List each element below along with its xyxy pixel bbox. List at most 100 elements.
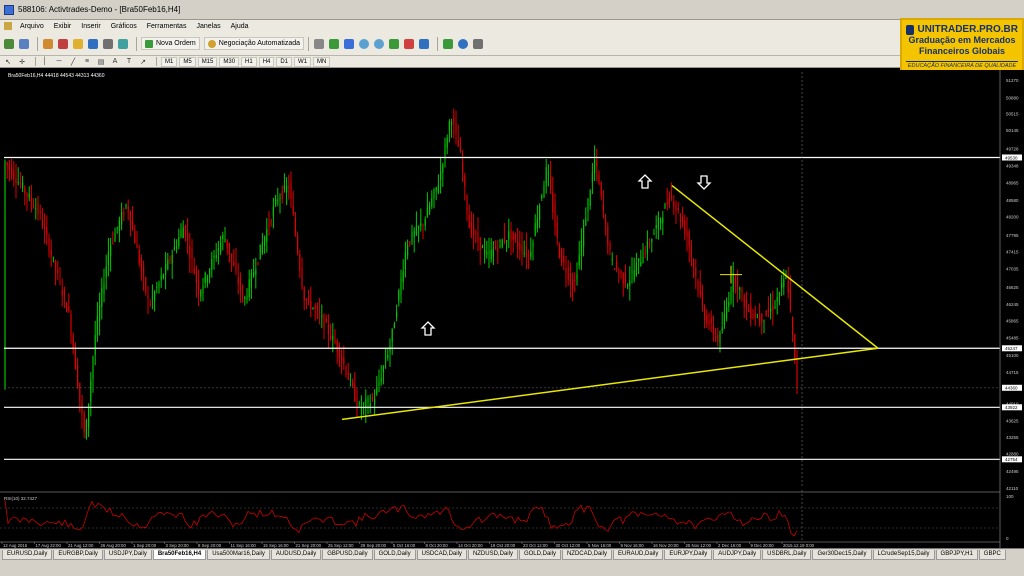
candle-body [363,403,365,405]
bar-chart-button[interactable] [313,38,325,50]
new-chart-button[interactable] [3,38,15,50]
candle-body [90,380,92,403]
chart-tab[interactable]: Bra50Feb16,H4 [152,550,207,560]
fibonacci-tool[interactable]: ▤ [96,57,106,66]
timeframe-m30[interactable]: M30 [219,56,240,67]
candle-body [745,299,747,308]
chart-tab[interactable]: EURJPY,Daily [664,550,713,560]
candle-body [13,169,15,179]
candle-body [147,295,149,300]
chart-tab[interactable]: GBPC [978,550,1006,560]
chart-tab[interactable]: AUDUSD,Daily [270,550,322,560]
chart-tab[interactable]: LCrudeSep15,Daily [872,550,935,560]
trendline-tool[interactable]: ╱ [68,57,78,66]
vertical-line-tool[interactable]: │ [40,57,50,66]
chart-tab[interactable]: EURAUD,Daily [612,550,664,560]
candle-body [587,198,589,212]
chart-tab[interactable]: GOLD,Daily [518,550,561,560]
timeframe-m1[interactable]: M1 [161,56,178,67]
candle-body [510,229,512,242]
menu-graficos[interactable]: Gráficos [106,23,142,30]
timeframe-mn[interactable]: MN [313,56,331,67]
chart-header-label: Bra50Feb16,H4 44418 44543 44313 44360 [8,73,105,79]
candle-body [288,187,290,189]
chart-tab[interactable]: NZDCAD,Daily [561,550,612,560]
chart-tab[interactable]: Usa500Mar16,Daily [207,550,270,560]
price-level-label: 44360 [1005,386,1018,391]
chart-tab[interactable]: NZDUSD,Daily [467,550,518,560]
timeframe-h4[interactable]: H4 [258,56,275,67]
auto-trading-label: Negociação Automatizada [218,40,301,47]
price-chart[interactable]: Bra50Feb16,H4 44418 44543 44313 44360 51… [0,70,1024,548]
auto-trading-icon [207,39,216,48]
timeframe-d1[interactable]: D1 [276,56,293,67]
candle-body [404,252,406,270]
main-toolbar: Nova Ordem Negociação Automatizada [0,32,900,56]
templates-button[interactable] [472,38,484,50]
channel-tool[interactable]: ≡ [82,57,92,66]
chart-tab[interactable]: GOLD,Daily [373,550,416,560]
horizontal-line-tool[interactable]: ─ [54,57,64,66]
menu-inserir[interactable]: Inserir [76,23,105,30]
candle-body [96,315,98,336]
candle-body [508,231,510,240]
timeframe-h1[interactable]: H1 [241,56,257,67]
candle-body [94,335,96,355]
chart-tab[interactable]: USDBRL,Daily [762,550,812,560]
market-watch-button[interactable] [42,38,54,50]
arrows-tool[interactable]: ↗ [138,57,148,66]
candlestick-button[interactable] [328,38,340,50]
autoscroll-button[interactable] [418,38,430,50]
candle-body [303,287,305,302]
chart-tab[interactable]: EURUSD,Daily [2,550,53,560]
tile-windows-button[interactable] [388,38,400,50]
candle-body [431,198,433,207]
zoom-in-button[interactable] [358,38,370,50]
candle-body [347,372,349,380]
meta-editor-button[interactable] [117,38,129,50]
navigator-icon [73,38,83,49]
rsi-scale-label: 100 [1006,494,1014,499]
chart-tab[interactable]: GBPUSD,Daily [322,550,373,560]
candle-body [63,290,65,296]
menu-janelas[interactable]: Janelas [191,23,225,30]
timeframe-w1[interactable]: W1 [294,56,312,67]
timeframe-m5[interactable]: M5 [179,56,196,67]
candle-body [211,259,213,270]
zoom-out-button[interactable] [373,38,385,50]
crosshair-tool[interactable]: ✛ [17,57,27,66]
chart-tab[interactable]: USDJPY,Daily [103,550,152,560]
candle-body [613,268,615,270]
candle-body [44,226,46,229]
chart-tab[interactable]: EURGBP,Daily [53,550,103,560]
menu-arquivo[interactable]: Arquivo [15,23,49,30]
chart-tab[interactable]: GBPJPY,H1 [935,550,978,560]
candle-body [50,249,52,256]
chart-tab[interactable]: Ger30Dec15,Daily [812,550,872,560]
cursor-tool[interactable]: ↖ [3,57,13,66]
timeframe-m15[interactable]: M15 [197,56,218,67]
chart-window[interactable]: Bra50Feb16,H4 44418 44543 44313 44360 51… [0,70,1024,548]
auto-trading-button[interactable]: Negociação Automatizada [203,37,305,50]
candle-body [48,238,50,253]
candle-body [312,307,314,309]
navigator-button[interactable] [72,38,84,50]
candle-body [470,221,472,236]
data-window-button[interactable] [57,38,69,50]
chart-tab[interactable]: AUDJPY,Daily [713,550,762,560]
candle-body [107,251,109,266]
periods-button[interactable] [457,38,469,50]
new-order-button[interactable]: Nova Ordem [141,37,200,50]
menu-exibir[interactable]: Exibir [49,23,77,30]
chart-tab[interactable]: USDCAD,Daily [416,550,467,560]
label-tool[interactable]: T [124,57,134,66]
indicators-button[interactable] [442,38,454,50]
terminal-button[interactable] [87,38,99,50]
menu-ajuda[interactable]: Ajuda [226,23,254,30]
chart-shift-button[interactable] [403,38,415,50]
strategy-tester-button[interactable] [102,38,114,50]
profiles-button[interactable] [18,38,30,50]
text-tool[interactable]: A [110,57,120,66]
line-chart-button[interactable] [343,38,355,50]
menu-ferramentas[interactable]: Ferramentas [142,23,192,30]
